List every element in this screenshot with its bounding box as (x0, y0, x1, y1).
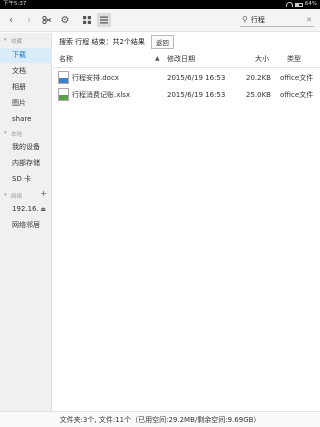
sidebar: ▾ 收藏 下载 文档 相册 图片 share ▾ 本地 我的设备 内部存储 SD… (0, 33, 52, 411)
sidebar-item-label: share (12, 115, 32, 123)
collapse-triangle-icon[interactable]: ▾ (4, 130, 7, 136)
file-size: 25.0KB (246, 91, 271, 99)
file-list-panel: 搜索 行程 结束：共2个结果 返回 名称 ▲ 修改日期 大小 类型 行程安排.d… (53, 33, 320, 411)
sidebar-item-label: 下载 (12, 51, 26, 59)
chevron-left-icon[interactable]: ‹ (4, 13, 18, 27)
sidebar-item-label: 网络邻居 (12, 221, 40, 229)
collapse-triangle-icon[interactable]: ▾ (4, 192, 7, 198)
search-result-bar: 搜索 行程 结束：共2个结果 返回 (53, 33, 320, 50)
status-bar: 下午5:37 64% (0, 0, 320, 9)
gear-icon[interactable]: ⚙ (58, 13, 72, 27)
sidebar-item-sd-card[interactable]: SD 卡 (0, 172, 52, 187)
sidebar-item-pictures[interactable]: 图片 (0, 96, 52, 111)
sidebar-item-album[interactable]: 相册 (0, 80, 52, 95)
close-icon[interactable]: ✕ (306, 16, 314, 24)
sidebar-item-my-device[interactable]: 我的设备 (0, 140, 52, 155)
column-header-name[interactable]: 名称 (59, 52, 73, 66)
search-icon: ⚲ (242, 15, 248, 24)
file-modified: 2015/6/19 16:53 (167, 91, 226, 99)
sidebar-item-label: SD 卡 (12, 175, 32, 183)
grid-view-icon[interactable] (80, 13, 94, 27)
file-name: 行程消费记账.xlsx (72, 91, 131, 99)
sidebar-item-internal-storage[interactable]: 内部存储 (0, 156, 52, 171)
status-time: 下午5:37 (3, 1, 27, 7)
file-type: office文件 (280, 91, 314, 99)
sidebar-item-network-neighborhood[interactable]: 网络邻居 (0, 218, 52, 233)
list-view-icon[interactable] (97, 13, 111, 27)
sidebar-item-label: 相册 (12, 83, 26, 91)
sort-arrow-icon[interactable]: ▲ (155, 52, 160, 66)
add-icon[interactable]: + (40, 189, 47, 198)
sidebar-item-downloads[interactable]: 下载 (0, 48, 52, 63)
sidebar-item-documents[interactable]: 文档 (0, 64, 52, 79)
table-row[interactable]: 行程消费记账.xlsx 2015/6/19 16:53 25.0KB offic… (53, 85, 320, 105)
cut-icon[interactable] (40, 13, 54, 27)
status-right: 64% (285, 0, 317, 9)
network-header: 网络 (11, 194, 23, 200)
storage-summary: 文件夹:3个, 文件:11个（已用空间:29.2MB/剩余空间:9.69GB） (59, 416, 261, 424)
chevron-right-icon[interactable]: › (22, 13, 36, 27)
eject-icon[interactable]: ⏏ (40, 206, 46, 213)
column-header-size[interactable]: 大小 (255, 52, 269, 66)
favorites-header: 收藏 (11, 39, 23, 45)
sidebar-item-label: 图片 (12, 99, 26, 107)
search-input[interactable]: ⚲ 行程 ✕ (240, 13, 314, 27)
sidebar-item-label: 文档 (12, 67, 26, 75)
column-header-modified[interactable]: 修改日期 (167, 52, 195, 66)
collapse-triangle-icon[interactable]: ▾ (4, 37, 7, 43)
column-header-type[interactable]: 类型 (287, 52, 301, 66)
sidebar-item-label: 我的设备 (12, 143, 40, 151)
search-value: 行程 (250, 15, 265, 24)
storage-status-bar: 文件夹:3个, 文件:11个（已用空间:29.2MB/剩余空间:9.69GB） (0, 411, 320, 427)
excel-spreadsheet-icon (58, 88, 69, 101)
battery-icon (294, 2, 303, 7)
wifi-icon (285, 2, 293, 7)
battery-level: 64% (304, 1, 317, 7)
search-result-summary: 搜索 行程 结束：共2个结果 (59, 37, 145, 46)
local-header: 本地 (11, 132, 23, 138)
sidebar-item-share[interactable]: share (0, 112, 52, 127)
word-document-icon (58, 71, 69, 84)
toolbar: ‹ › ⚙ ⚲ 行程 ✕ (0, 9, 320, 32)
sidebar-item-label: 内部存储 (12, 159, 40, 167)
back-button[interactable]: 返回 (150, 34, 174, 49)
sidebar-item-label: 192.16. (12, 205, 39, 213)
